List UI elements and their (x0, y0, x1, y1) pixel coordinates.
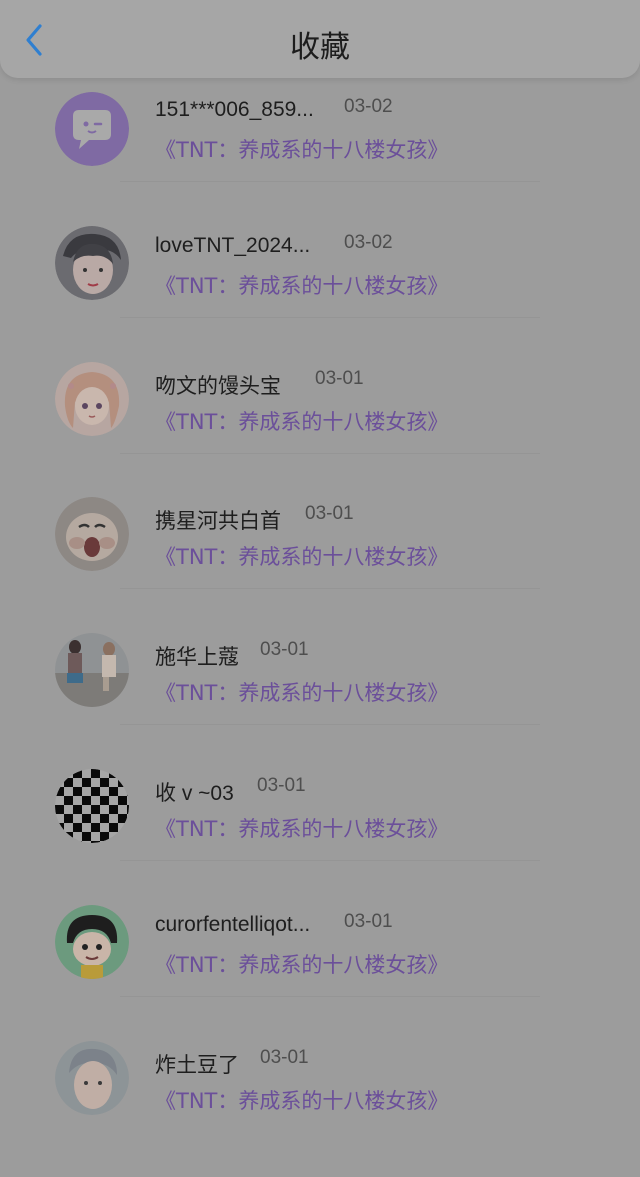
cartoon-face-avatar[interactable] (55, 497, 129, 571)
divider (120, 860, 540, 861)
anime-girl-avatar[interactable] (55, 362, 129, 436)
list-item[interactable]: 携星河共白首 03-01 《TNT：养成系的十八楼女孩》 (0, 497, 640, 633)
user-name[interactable]: curorfentelliqot... (155, 913, 310, 937)
divider (120, 317, 540, 318)
book-title-link[interactable]: 《TNT：养成系的十八楼女孩》 (155, 541, 448, 571)
page-title: 收藏 (290, 30, 350, 65)
cartoon-girl-avatar[interactable] (55, 905, 129, 979)
favorite-date: 03-01 (344, 911, 393, 932)
list-item[interactable]: loveTNT_2024... 03-02 《TNT：养成系的十八楼女孩》 (0, 226, 640, 362)
divider (120, 181, 540, 182)
favorite-date: 03-01 (260, 1047, 309, 1068)
user-name[interactable]: 携星河共白首 (155, 505, 281, 535)
user-name[interactable]: 收 v ~03 (155, 777, 234, 807)
user-name[interactable]: 吻文的馒头宝 (155, 370, 281, 400)
favorite-date: 03-01 (260, 639, 309, 660)
list-item[interactable]: 吻文的馒头宝 03-01 《TNT：养成系的十八楼女孩》 (0, 362, 640, 498)
divider (120, 996, 540, 997)
favorite-date: 03-02 (344, 96, 393, 117)
favorite-date: 03-01 (305, 503, 354, 524)
user-name[interactable]: 151***006_859... (155, 98, 314, 122)
list-item[interactable]: curorfentelliqot... 03-01 《TNT：养成系的十八楼女孩… (0, 905, 640, 1041)
list-item[interactable]: 炸土豆了 03-01 《TNT：养成系的十八楼女孩》 (0, 1041, 640, 1177)
user-name[interactable]: 炸土豆了 (155, 1049, 239, 1079)
list-item[interactable]: 151***006_859... 03-02 《TNT：养成系的十八楼女孩》 (0, 90, 640, 226)
book-title-link[interactable]: 《TNT：养成系的十八楼女孩》 (155, 1085, 448, 1115)
book-title-link[interactable]: 《TNT：养成系的十八楼女孩》 (155, 270, 448, 300)
checkerboard-avatar[interactable] (55, 769, 129, 843)
user-name[interactable]: loveTNT_2024... (155, 234, 310, 258)
favorite-date: 03-01 (257, 775, 306, 796)
top-bar: 收藏 (0, 0, 640, 78)
book-title-link[interactable]: 《TNT：养成系的十八楼女孩》 (155, 677, 448, 707)
photo-avatar[interactable] (55, 633, 129, 707)
portrait-avatar-2[interactable] (55, 1041, 129, 1115)
favorite-date: 03-01 (315, 368, 364, 389)
list-item[interactable]: 施华上蔻 03-01 《TNT：养成系的十八楼女孩》 (0, 633, 640, 769)
portrait-avatar[interactable] (55, 226, 129, 300)
divider (120, 453, 540, 454)
chat-bubble-avatar[interactable] (55, 92, 129, 166)
divider (120, 588, 540, 589)
list-item[interactable]: 收 v ~03 03-01 《TNT：养成系的十八楼女孩》 (0, 769, 640, 905)
book-title-link[interactable]: 《TNT：养成系的十八楼女孩》 (155, 813, 448, 843)
divider (120, 724, 540, 725)
user-name[interactable]: 施华上蔻 (155, 641, 239, 671)
book-title-link[interactable]: 《TNT：养成系的十八楼女孩》 (155, 134, 448, 164)
favorite-date: 03-02 (344, 232, 393, 253)
book-title-link[interactable]: 《TNT：养成系的十八楼女孩》 (155, 949, 448, 979)
book-title-link[interactable]: 《TNT：养成系的十八楼女孩》 (155, 406, 448, 436)
